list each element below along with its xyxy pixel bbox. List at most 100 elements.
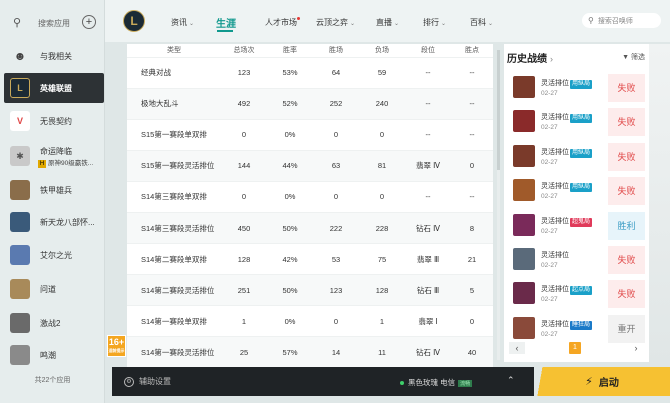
launch-button[interactable]: ⚡ 启动 (534, 367, 670, 396)
match-item[interactable]: 灵活排位 超鬼局 02-27 胜利 (510, 210, 645, 242)
header-type: 类型 (127, 44, 221, 57)
sidebar-item-elsword[interactable]: 艾尔之光 (4, 240, 104, 270)
lol-logo-icon[interactable]: L (123, 10, 145, 32)
chevron-up-icon[interactable]: ⌃ (507, 375, 515, 386)
match-date: 02-27 (541, 193, 558, 201)
table-cell: 0 (359, 180, 405, 213)
table-cell: 21 (451, 243, 493, 275)
table-header-row: 类型 总场次 胜率 胜场 负场 段位 胜点 (127, 44, 493, 57)
sidebar-item-gw2[interactable]: 激战2 (4, 308, 104, 338)
table-scrollbar[interactable] (497, 50, 500, 360)
bolt-icon: ⚡ (585, 376, 593, 388)
summoner-search-input[interactable]: ⚲ 搜索召唤师 (582, 13, 661, 28)
table-cell: 8 (451, 211, 493, 244)
table-cell: 222 (313, 211, 359, 244)
table-row: S14第三赛段灵活排位 450 50% 222 228 钻石 Ⅳ8 (127, 211, 493, 244)
sidebar-item-lol[interactable]: L 英雄联盟 (4, 73, 104, 103)
table-cell: -- (451, 87, 493, 120)
sidebar-item-wuthering[interactable]: 鸣潮 (4, 340, 104, 370)
sidebar-item-label: 激战2 (40, 318, 61, 328)
match-item[interactable]: 灵活排位 用纵局 02-27 失败 (510, 175, 645, 207)
match-tag: 用纵局 (570, 148, 593, 158)
add-app-button[interactable]: + (82, 15, 96, 29)
match-result: 失败 (608, 246, 645, 274)
match-mode: 灵活排位 睡狂局 (541, 320, 593, 330)
match-date: 02-27 (541, 124, 558, 132)
match-mode: 灵活排位 用纵局 (541, 148, 593, 158)
match-mode: 灵活排位 起点局 (541, 286, 593, 296)
table-cell: 252 (313, 87, 359, 120)
active-tab-indicator (217, 30, 233, 32)
sidebar-item-tiejia[interactable]: 铁甲雄兵 (4, 175, 104, 205)
match-mode: 灵活排位 用纵局 (541, 114, 593, 124)
table-cell: 52% (267, 87, 313, 120)
tab-wiki[interactable]: 百科 ⌄ (470, 17, 493, 28)
champion-avatar (513, 213, 535, 236)
tab-live[interactable]: 直播 ⌄ (376, 17, 399, 28)
table-cell: 0 (313, 118, 359, 151)
assist-settings-button[interactable]: ⚙ 辅助设置 (124, 376, 171, 387)
next-page-button[interactable]: › (628, 342, 644, 354)
table-cell: -- (405, 180, 451, 213)
champion-avatar (513, 76, 535, 98)
match-result: 胜利 (608, 211, 645, 240)
sidebar-item-tianlong[interactable]: 新天龙八部怀... (4, 207, 104, 237)
match-item[interactable]: 灵活排位 用纵局 02-27 失败 (510, 141, 645, 173)
match-item[interactable]: 灵活排位 02-27 失败 (510, 244, 645, 276)
page-number[interactable]: 1 (569, 342, 581, 354)
tab-career[interactable]: 生涯 (216, 15, 236, 30)
sidebar-item-label: 英雄联盟 (40, 83, 72, 93)
match-item[interactable]: 灵活排位 用纵局 02-27 失败 (510, 106, 645, 138)
chevron-down-icon: ⌄ (189, 21, 195, 27)
sidebar-item-label: 问道 (40, 284, 56, 294)
match-date: 02-27 (541, 330, 558, 338)
table-cell: 钻石 Ⅳ (405, 336, 451, 368)
server-selector[interactable]: 黑色玫瑰 电信 流畅 (400, 377, 473, 388)
table-cell: -- (405, 87, 451, 120)
champion-avatar (513, 316, 535, 339)
table-cell: 228 (359, 211, 405, 244)
table-cell: 翡翠 Ⅲ (405, 243, 451, 275)
tab-tft[interactable]: 云顶之弈 ⌄ (316, 17, 355, 28)
table-cell: 0 (359, 118, 405, 151)
table-cell: 251 (221, 274, 267, 306)
table-cell: S14第二赛段灵活排位 (127, 274, 221, 306)
table-cell: 14 (313, 336, 359, 368)
champion-avatar (513, 248, 535, 270)
table-row: S14第一赛段灵活排位 25 57% 14 11 钻石 Ⅳ 40 (127, 336, 493, 368)
chevron-down-icon: ⌄ (441, 21, 447, 27)
table-row: S15第一赛段灵活排位 144 44% 63 81 翡翠 Ⅳ0 (127, 149, 493, 182)
tab-news[interactable]: 资讯 ⌄ (171, 17, 194, 28)
match-item[interactable]: 灵活排位 用纵局 02-27 失败 (510, 72, 645, 104)
age-rating-badge: 16+ 适龄提示 (107, 335, 126, 357)
table-row: S15第一赛段单双排 0 0% 0 0 -- -- (127, 118, 493, 151)
tab-talent-market[interactable]: 人才市场 (265, 17, 300, 28)
career-stats-panel: 类型 总场次 胜率 胜场 负场 段位 胜点 经典对战 123 53% 64 59 -- --… (127, 44, 493, 368)
champion-avatar (513, 179, 535, 202)
match-item[interactable]: 灵活排位 睡狂局 02-27 重开 (510, 313, 645, 345)
match-date: 02-27 (541, 227, 558, 235)
table-cell: 123 (313, 274, 359, 306)
app-search[interactable]: ⚲ 搜索应用 + (10, 14, 100, 32)
table-cell: 50% (267, 211, 313, 244)
sidebar-item-wendao[interactable]: 问道 (4, 274, 104, 304)
header-lp: 胜点 (451, 44, 493, 57)
background-art (649, 44, 670, 368)
table-cell: S14第二赛段单双排 (127, 243, 221, 275)
match-history-title[interactable]: 历史战绩 › (507, 50, 553, 65)
table-cell: 翡翠 Ⅳ (405, 149, 451, 182)
header-rank: 段位 (405, 44, 451, 57)
promo-sub: H 原神90级赢铁... (38, 160, 94, 168)
search-icon: ⚲ (12, 17, 22, 29)
prev-page-button[interactable]: ‹ (509, 342, 525, 354)
match-item[interactable]: 灵活排位 起点局 02-27 失败 (510, 278, 645, 310)
match-date: 02-27 (541, 90, 558, 97)
match-tag: 用纵局 (570, 183, 593, 193)
tab-ranking[interactable]: 排行 ⌄ (423, 17, 446, 28)
table-row: S14第三赛段单双排 0 0% 0 0 -- -- (127, 180, 493, 213)
table-cell: 123 (221, 56, 267, 89)
table-cell: 63 (313, 149, 359, 182)
sidebar-item-related[interactable]: ☻ 与我相关 (4, 41, 104, 71)
sidebar-item-valorant[interactable]: V 无畏契约 (4, 106, 104, 136)
filter-button[interactable]: ▼ 筛选 (622, 52, 645, 62)
